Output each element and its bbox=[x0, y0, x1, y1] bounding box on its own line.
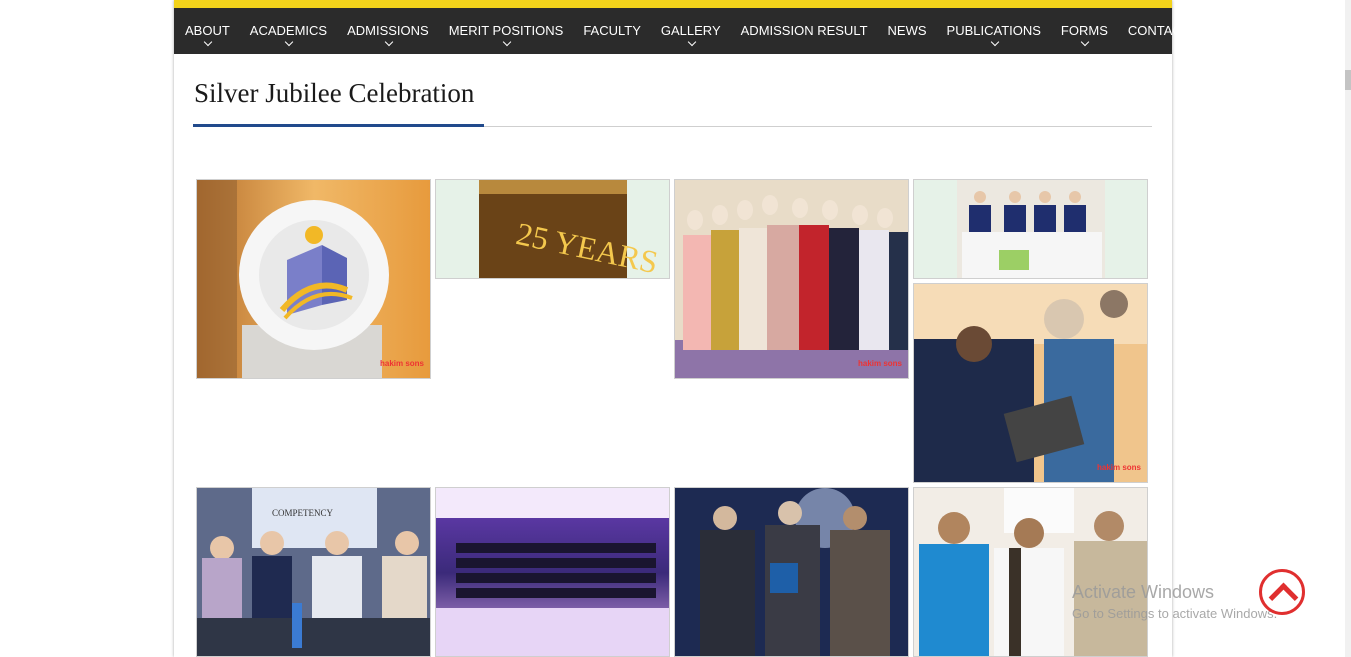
nav-item-contact[interactable]: CONTACT bbox=[1119, 8, 1201, 54]
chevron-down-icon bbox=[687, 37, 697, 47]
nav-item-forms[interactable]: FORMS bbox=[1052, 8, 1119, 54]
nav-item-merit-positions[interactable]: MERIT POSITIONS bbox=[440, 8, 575, 54]
nav-item-admissions[interactable]: ADMISSIONS bbox=[338, 8, 440, 54]
photo-image bbox=[914, 488, 1147, 656]
main-nav: ABOUT ACADEMICS ADMISSIONS MERIT POSITIO… bbox=[174, 8, 1190, 54]
gallery-photo-auditorium[interactable] bbox=[435, 487, 670, 657]
photo-image bbox=[675, 180, 908, 378]
activate-windows-title: Activate Windows bbox=[1072, 582, 1215, 602]
nav-item-academics[interactable]: ACADEMICS bbox=[241, 8, 338, 54]
gallery-photo-award-handshake[interactable] bbox=[674, 487, 909, 657]
top-accent-bar bbox=[174, 0, 1172, 8]
photo-image: 25 YEARS bbox=[479, 180, 661, 278]
gallery-photo-25-years[interactable]: 25 YEARS bbox=[435, 179, 670, 279]
nav-label: ADMISSION RESULT bbox=[740, 23, 868, 38]
title-divider-accent bbox=[193, 124, 484, 127]
nav-item-news[interactable]: NEWS bbox=[879, 8, 938, 54]
nav-label: NEWS bbox=[887, 23, 927, 38]
page-container: ABOUT ACADEMICS ADMISSIONS MERIT POSITIO… bbox=[174, 0, 1190, 657]
nav-label: MERIT POSITIONS bbox=[448, 23, 564, 38]
photo-image: COMPETENCY bbox=[197, 488, 430, 656]
nav-label: FACULTY bbox=[583, 23, 641, 38]
nav-label: ADMISSIONS bbox=[347, 23, 429, 38]
nav-item-faculty[interactable]: FACULTY bbox=[574, 8, 652, 54]
chevron-down-icon bbox=[502, 37, 512, 47]
nav-label: FORMS bbox=[1060, 23, 1108, 38]
gallery-photo-laptop-demo[interactable]: hakim sons bbox=[913, 283, 1148, 483]
nav-label: ACADEMICS bbox=[249, 23, 328, 38]
gallery-photo-student-group[interactable]: hakim sons bbox=[674, 179, 909, 379]
nav-item-admission-result[interactable]: ADMISSION RESULT bbox=[732, 8, 879, 54]
chevron-down-icon bbox=[285, 37, 294, 47]
nav-label: CONTACT bbox=[1127, 23, 1190, 38]
nav-item-about[interactable]: ABOUT bbox=[176, 8, 241, 54]
scrollbar-thumb[interactable] bbox=[1345, 70, 1351, 90]
chevron-down-icon bbox=[990, 37, 999, 47]
nav-item-gallery[interactable]: GALLERY bbox=[652, 8, 732, 54]
photo-image bbox=[675, 488, 908, 656]
nav-label: PUBLICATIONS bbox=[946, 23, 1041, 38]
page-scrollbar[interactable] bbox=[1345, 0, 1351, 657]
photo-image bbox=[914, 284, 1147, 482]
nav-label: GALLERY bbox=[660, 23, 721, 38]
activate-windows-subtitle: Go to Settings to activate Windows. bbox=[1072, 606, 1278, 621]
watermark: hakim sons bbox=[857, 359, 902, 368]
gallery-photo-three-men[interactable] bbox=[913, 487, 1148, 657]
page-title: Silver Jubilee Celebration bbox=[194, 78, 475, 108]
chevron-up-icon bbox=[1268, 582, 1299, 613]
gallery-photo-conference-table[interactable]: COMPETENCY bbox=[196, 487, 431, 657]
chevron-down-icon bbox=[204, 37, 213, 47]
photo-image bbox=[957, 180, 1105, 278]
chevron-down-icon bbox=[384, 37, 394, 47]
watermark: hakim sons bbox=[1096, 463, 1141, 472]
photo-image bbox=[436, 488, 669, 656]
gallery-photo-logo-sculpture[interactable]: hakim sons bbox=[196, 179, 431, 379]
nav-label: ABOUT bbox=[185, 23, 230, 38]
scroll-to-top-button[interactable] bbox=[1259, 569, 1305, 615]
watermark: hakim sons bbox=[379, 359, 424, 368]
gallery-photo-panel-stage[interactable] bbox=[913, 179, 1148, 279]
photo-image bbox=[197, 180, 430, 378]
chevron-down-icon bbox=[1081, 37, 1090, 47]
nav-item-publications[interactable]: PUBLICATIONS bbox=[938, 8, 1052, 54]
banner-text: COMPETENCY bbox=[272, 508, 334, 518]
